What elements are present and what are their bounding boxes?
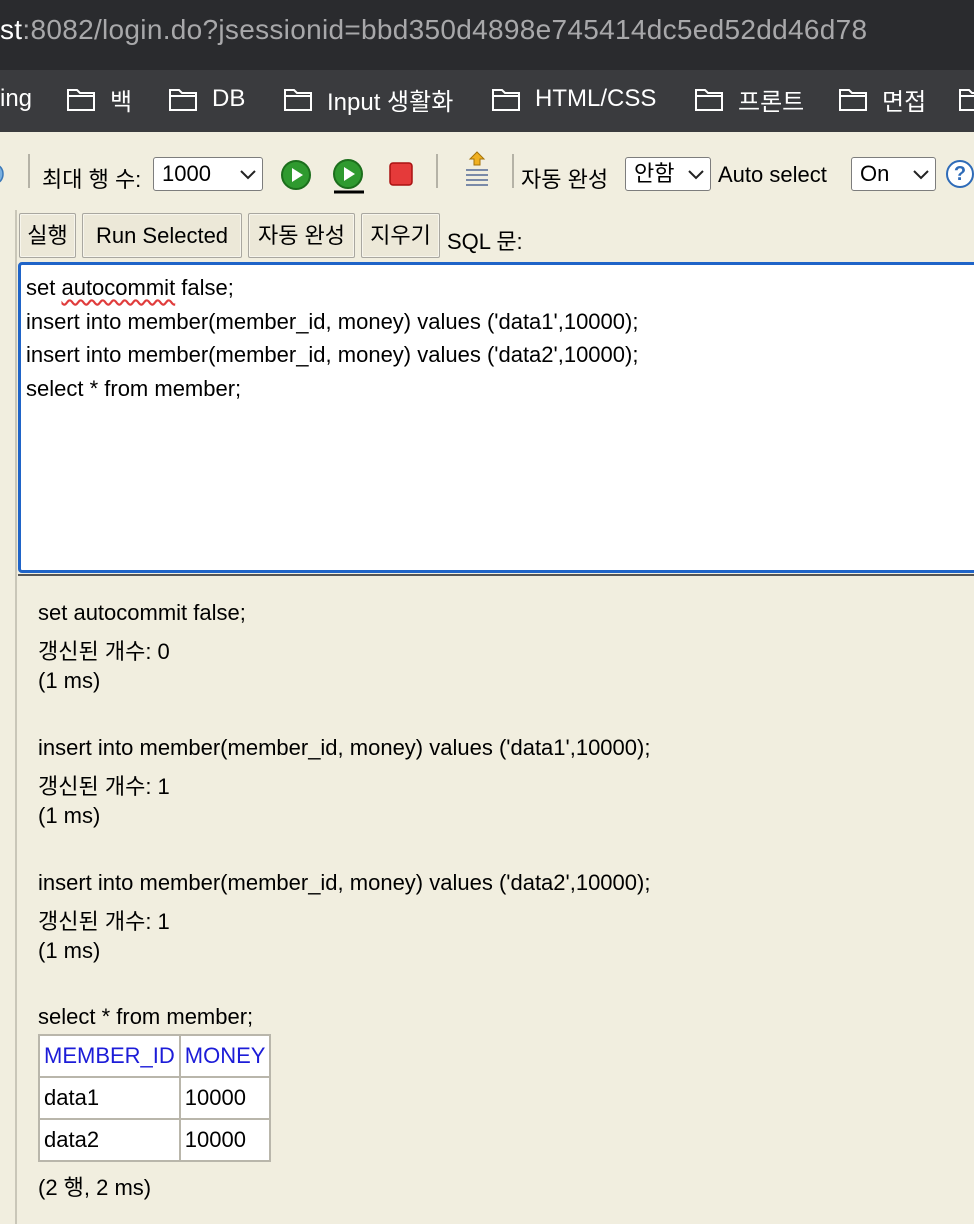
table-cell: data2 <box>38 1118 181 1162</box>
table-cell: 10000 <box>178 1118 272 1162</box>
pane-splitter[interactable] <box>18 574 974 576</box>
stop-icon[interactable] <box>388 161 414 187</box>
result-updated-count: 갱신된 개수: 0 <box>38 639 170 664</box>
bookmarks-bar: ing 백 DB Input 생활화 HTML/CSS 프론트 면접 <box>0 70 974 132</box>
result-table: MEMBER_ID MONEY data1 10000 data2 10000 <box>38 1034 272 1162</box>
run-selected-icon[interactable] <box>331 159 367 195</box>
bookmark-label: ing <box>0 85 33 112</box>
table-header-row: MEMBER_ID MONEY <box>38 1034 272 1078</box>
column-header[interactable]: MEMBER_ID <box>38 1034 181 1078</box>
refresh-icon[interactable] <box>0 160 8 188</box>
result-sql: select * from member; <box>38 1004 254 1029</box>
console-toolbar: 최대 행 수: 1000 자동 완성 안함 Auto select On ? <box>0 132 974 210</box>
result-updated-count: 갱신된 개수: 1 <box>38 774 170 799</box>
editor-text: set <box>26 275 62 300</box>
editor-line: insert into member(member_id, money) val… <box>26 342 639 367</box>
frame-divider <box>15 210 17 1224</box>
address-bar[interactable]: st:8082/login.do?jsessionid=bbd350d4898e… <box>0 0 974 70</box>
chevron-down-icon <box>913 170 929 180</box>
url-path: :8082/login.do?jsessionid=bbd350d4898e74… <box>22 14 868 45</box>
folder-icon <box>169 89 197 111</box>
help-icon[interactable]: ? <box>946 160 974 188</box>
bookmark-folder[interactable]: 백 <box>66 82 132 116</box>
table-row: data2 10000 <box>38 1118 272 1162</box>
result-sql: insert into member(member_id, money) val… <box>38 735 651 760</box>
bookmark-folder[interactable]: DB <box>168 82 245 116</box>
run-icon[interactable] <box>280 159 312 191</box>
url-text[interactable]: st:8082/login.do?jsessionid=bbd350d4898e… <box>0 14 867 46</box>
result-time: (1 ms) <box>38 938 101 963</box>
bookmark-label: 백 <box>110 88 133 116</box>
url-host: st <box>0 14 23 45</box>
bookmark-folder[interactable]: Input 생활화 <box>283 82 453 116</box>
chevron-down-icon <box>240 170 256 180</box>
clear-button[interactable]: 지우기 <box>361 213 440 258</box>
auto-select-select[interactable]: On <box>851 157 936 191</box>
max-rows-select[interactable]: 1000 <box>153 157 263 191</box>
result-sql: insert into member(member_id, money) val… <box>38 870 651 895</box>
bookmark-folder[interactable]: 프론트 <box>694 82 804 116</box>
result-sql: set autocommit false; <box>38 600 246 625</box>
spellcheck-word: autocommit <box>61 275 176 300</box>
run-button[interactable]: 실행 <box>19 213 76 258</box>
sql-statement-label: SQL 문: <box>447 229 523 254</box>
result-time: (1 ms) <box>38 668 101 693</box>
sql-editor[interactable]: set autocommit false; insert into member… <box>18 262 974 573</box>
autocomplete-button[interactable]: 자동 완성 <box>248 213 355 258</box>
autocomplete-label: 자동 완성 <box>521 167 609 192</box>
chevron-down-icon <box>688 170 704 180</box>
folder-icon <box>839 89 867 111</box>
folder-icon <box>492 89 520 111</box>
auto-select-value: On <box>860 161 890 186</box>
result-summary: (2 행, 2 ms) <box>38 1175 152 1200</box>
bookmark-label: 면접 <box>882 88 927 116</box>
bookmark-item[interactable]: ing <box>0 82 32 116</box>
run-selected-button[interactable]: Run Selected <box>82 213 242 258</box>
toolbar-separator <box>436 154 438 188</box>
editor-line: insert into member(member_id, money) val… <box>26 308 639 334</box>
bookmark-label: HTML/CSS <box>535 85 657 112</box>
result-updated-count: 갱신된 개수: 1 <box>38 909 170 934</box>
bookmark-folder-partial[interactable] <box>958 82 974 116</box>
result-time: (1 ms) <box>38 803 101 828</box>
editor-line: select * from member; <box>26 375 242 401</box>
autocomplete-select[interactable]: 안함 <box>625 157 711 191</box>
bookmark-folder[interactable]: 면접 <box>838 82 926 116</box>
column-header[interactable]: MONEY <box>178 1034 272 1078</box>
bookmark-folder[interactable]: HTML/CSS <box>491 82 656 116</box>
folder-icon <box>695 89 723 111</box>
auto-select-label: Auto select <box>718 162 827 187</box>
bookmark-label: 프론트 <box>738 88 805 116</box>
folder-icon <box>284 89 312 111</box>
table-cell: 10000 <box>178 1076 272 1120</box>
bookmark-label: DB <box>212 85 246 112</box>
toolbar-separator <box>512 154 514 188</box>
toolbar-separator <box>28 154 30 188</box>
history-icon[interactable] <box>462 150 492 190</box>
table-cell: data1 <box>38 1076 181 1120</box>
editor-line: set autocommit false; <box>26 271 974 305</box>
table-row: data1 10000 <box>38 1076 272 1120</box>
folder-icon <box>959 89 974 111</box>
max-rows-value: 1000 <box>162 161 211 186</box>
folder-icon <box>67 89 95 111</box>
bookmark-label: Input 생활화 <box>327 88 454 116</box>
autocomplete-value: 안함 <box>634 161 675 186</box>
max-rows-label: 최대 행 수: <box>42 167 142 192</box>
editor-text: false; <box>175 275 234 300</box>
